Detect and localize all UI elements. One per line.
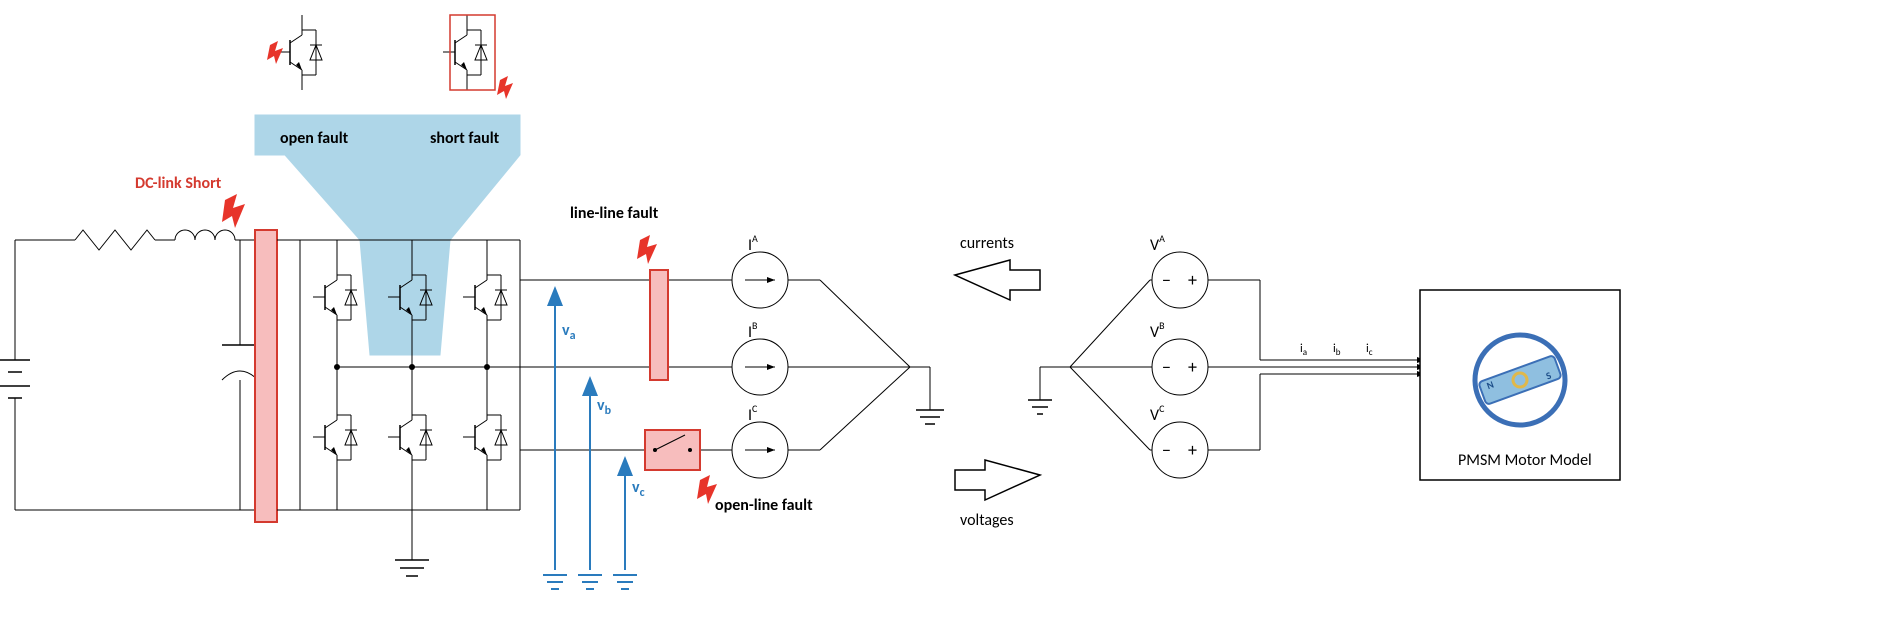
open-fault-label: open fault (280, 129, 349, 148)
va-label: va (562, 321, 576, 343)
open-line-fault-label: open-line fault (715, 496, 813, 515)
IA-label: IA (748, 232, 758, 255)
ia-label: ia (1300, 342, 1307, 358)
VB-label: VB (1150, 319, 1165, 342)
IC-label: IC (748, 402, 758, 425)
pmsm-motor-box: N S PMSM Motor Model (1420, 290, 1620, 480)
phase-lines (520, 280, 730, 450)
vc-label: vc (632, 478, 645, 500)
dc-link-short-box (255, 230, 277, 522)
lightning-icon (222, 194, 245, 228)
phase-voltage-arrows (543, 290, 637, 589)
dc-source-icon (0, 360, 30, 398)
inductor-icon (175, 230, 235, 240)
line-line-fault-label: line-line fault (570, 204, 659, 223)
pmsm-label: PMSM Motor Model (1458, 451, 1592, 470)
current-sources (730, 252, 790, 478)
voltages-label: voltages (960, 511, 1014, 530)
resistor-icon (75, 230, 155, 250)
VA-label: VA (1150, 232, 1165, 255)
motor-feed-lines (1210, 280, 1425, 450)
current-converge (790, 280, 944, 450)
dc-link-short-label: DC-link Short (135, 174, 222, 193)
ic-label: ic (1366, 342, 1373, 358)
currents-label: currents (960, 234, 1014, 253)
currents-arrow-icon (955, 260, 1040, 300)
ib-label: ib (1333, 342, 1341, 358)
diagram-root: DC-link Short open fault short fault (0, 0, 1885, 635)
voltage-sources (1150, 252, 1210, 478)
IB-label: IB (748, 319, 758, 342)
short-fault-label: short fault (430, 129, 500, 148)
vb-label: vb (597, 396, 612, 418)
inverter-ground-icon (395, 510, 429, 576)
open-line-fault-box (645, 430, 700, 470)
igbt-open-fault-icon (267, 15, 322, 90)
lightning-icon (637, 235, 657, 264)
voltages-arrow-icon (955, 460, 1040, 500)
fault-funnel (255, 115, 520, 355)
VC-label: VC (1150, 402, 1165, 425)
line-line-fault-box (650, 270, 668, 380)
capacitor-icon (222, 345, 258, 380)
igbt-short-fault-icon (443, 15, 513, 99)
voltage-star (1028, 280, 1150, 450)
lightning-icon (697, 475, 717, 504)
